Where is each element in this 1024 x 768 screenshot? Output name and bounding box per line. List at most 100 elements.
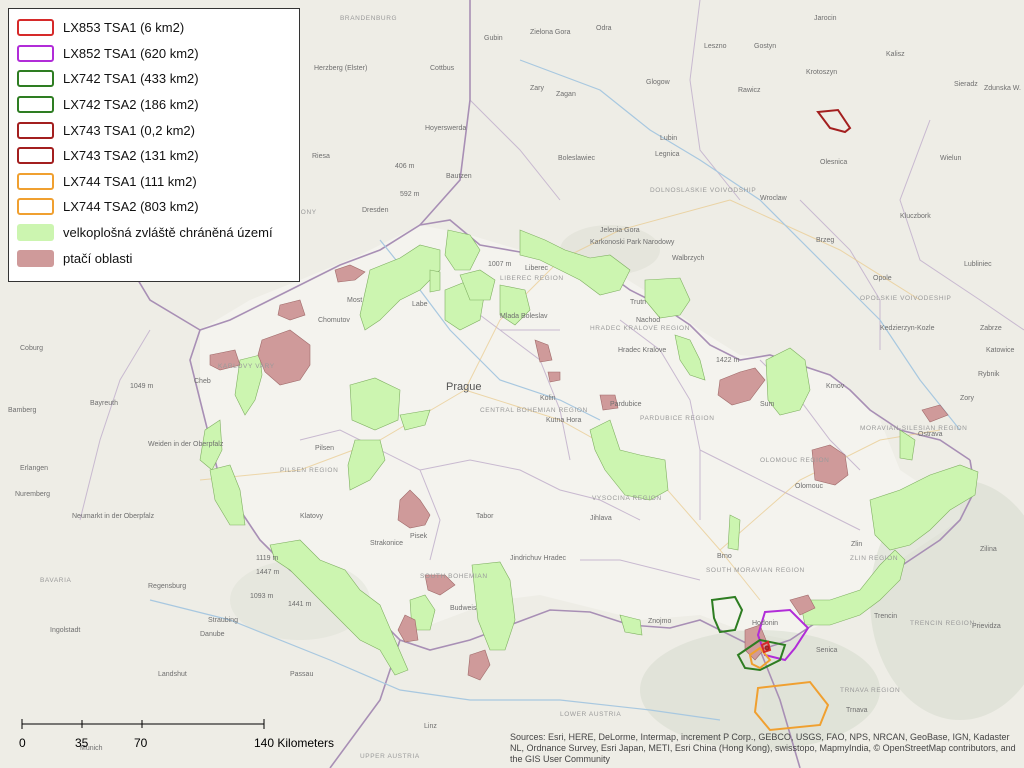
label-wielun: Wielun [940,155,962,162]
label-klatovy: Klatovy [300,513,323,520]
label-kolin: Kolin [540,395,556,402]
label-upper-austria: UPPER AUSTRIA [360,753,420,760]
legend-item: ptačí oblasti [17,245,291,271]
label-hradec-region: HRADEC KRALOVE REGION [590,325,690,332]
label-moravian-silesian: MORAVIAN-SILESIAN REGION [860,425,967,432]
label-nachod: Nachod [636,317,660,324]
legend-swatch-bird-areas [17,249,54,267]
label-elev-1: 406 m [395,163,415,170]
label-prievidza: Prievidza [972,623,1001,630]
label-trencin: Trencin [874,613,897,620]
label-kalisz: Kalisz [886,51,905,58]
label-elev-2: 592 m [400,191,420,198]
label-mlada: Mlada Boleslav [500,313,548,320]
label-zlin: Zlin [851,541,862,548]
label-zielona-gora: Zielona Gora [530,29,571,36]
label-prague: Prague [446,381,481,393]
label-south-bohemian: SOUTH BOHEMIAN [420,573,488,580]
label-elev-9: 1441 m [288,601,312,608]
label-zagan: Zagan [556,91,576,98]
legend-label: velkoplošná zvláště chráněná území [63,225,273,241]
label-brandenburg: BRANDENBURG [340,15,397,22]
label-bavaria: BAVARIA [40,577,71,584]
map-attribution: Sources: Esri, HERE, DeLorme, Intermap, … [510,732,1016,764]
label-hradec: Hradec Kralove [618,347,666,354]
label-brzeg: Brzeg [816,237,834,244]
label-gubin: Gubin [484,35,503,42]
label-sieradz: Sieradz [954,81,978,88]
label-kutna-hora: Kutna Hora [546,417,582,424]
label-liberec: Liberec [525,265,548,272]
label-olesnica: Olesnica [820,159,847,166]
scale-bar: 0 35 70 140 Kilometers [19,719,334,750]
label-river-odra: Odra [596,25,612,32]
legend-item: LX743 TSA1 (0,2 km2) [17,117,291,143]
legend-label: LX742 TSA1 (433 km2) [63,71,199,87]
label-central-bohemian: CENTRAL BOHEMIAN REGION [480,407,588,414]
label-south-moravian: SOUTH MORAVIAN REGION [706,567,805,574]
label-trencin-region: TRENCIN REGION [910,620,975,627]
label-glogow: Glogow [646,79,671,86]
legend-item: LX742 TSA2 (186 km2) [17,92,291,118]
label-elev-7: 1447 m [256,569,280,576]
label-elev-3: 1007 m [488,261,512,268]
label-pisek: Pisek [410,533,428,540]
label-lubliniec: Lubliniec [964,261,992,268]
label-ingolstadt: Ingolstadt [50,627,80,634]
legend-label: LX742 TSA2 (186 km2) [63,97,199,113]
label-pardubice: Pardubice [610,401,642,408]
label-walbrzych: Walbrzych [672,255,705,262]
label-coburg: Coburg [20,345,43,352]
label-pilsen: Pilsen [315,445,334,452]
label-strakonice: Strakonice [370,540,403,547]
label-jihlava: Jihlava [590,515,612,522]
label-boleslawiec: Boleslawiec [558,155,595,162]
label-pardubice-region: PARDUBICE REGION [640,415,715,422]
legend-item: LX744 TSA1 (111 km2) [17,169,291,195]
label-karlovy: KARLOVY VARY [218,363,275,370]
label-znojmo: Znojmo [648,618,671,625]
label-linz: Linz [424,723,437,730]
label-zary: Zary [530,85,545,92]
label-elev-6: 1119 m [256,555,278,562]
label-leszno: Leszno [704,43,727,50]
legend-swatch-lx852-tsa1 [17,44,54,62]
label-dresden: Dresden [362,207,389,214]
legend-item: LX743 TSA2 (131 km2) [17,143,291,169]
label-jelenia-gora: Jelenia Gora [600,227,640,234]
label-wroclaw: Wroclaw [760,195,788,202]
label-cheb: Cheb [194,378,211,385]
scale-label-35: 35 [75,736,89,750]
label-tabor: Tabor [476,513,494,520]
label-ostrava: Ostrava [918,431,943,438]
label-liberec-region: LIBEREC REGION [500,275,564,282]
label-vysocina: VYSOCINA REGION [592,495,662,502]
label-cottbus: Cottbus [430,65,455,72]
legend-swatch-protected-areas [17,224,54,242]
label-zory: Zory [960,395,975,402]
label-nuremberg: Nuremberg [15,491,50,498]
legend-label: LX853 TSA1 (6 km2) [63,20,185,36]
label-herzberg: Herzberg (Elster) [314,65,367,72]
legend-swatch-lx742-tsa1 [17,70,54,88]
label-bautzen: Bautzen [446,173,472,180]
label-opolskie: OPOLSKIE VOIVODESHIP [860,295,951,302]
label-straubing: Straubing [208,617,238,624]
label-most: Most [347,297,362,304]
label-passau: Passau [290,671,313,678]
label-elev-8: 1093 m [250,593,274,600]
legend-swatch-lx744-tsa1 [17,172,54,190]
label-trnava-region: TRNAVA REGION [840,687,900,694]
scale-label-0: 0 [19,736,26,750]
label-zilina: Zilina [980,546,997,553]
label-hoyerswerda: Hoyerswerda [425,125,466,132]
legend-item: LX852 TSA1 (620 km2) [17,41,291,67]
label-dolnoslaskie: DOLNOSLASKIE VOIVODSHIP [650,187,756,194]
label-elev-5: 1049 m [130,383,154,390]
label-zabrze: Zabrze [980,325,1002,332]
legend-label: LX744 TSA1 (111 km2) [63,173,197,189]
legend-swatch-lx742-tsa2 [17,96,54,114]
legend-item: velkoplošná zvláště chráněná území [17,220,291,246]
legend-swatch-lx743-tsa2 [17,147,54,165]
label-hodonin: Hodonin [752,620,778,627]
